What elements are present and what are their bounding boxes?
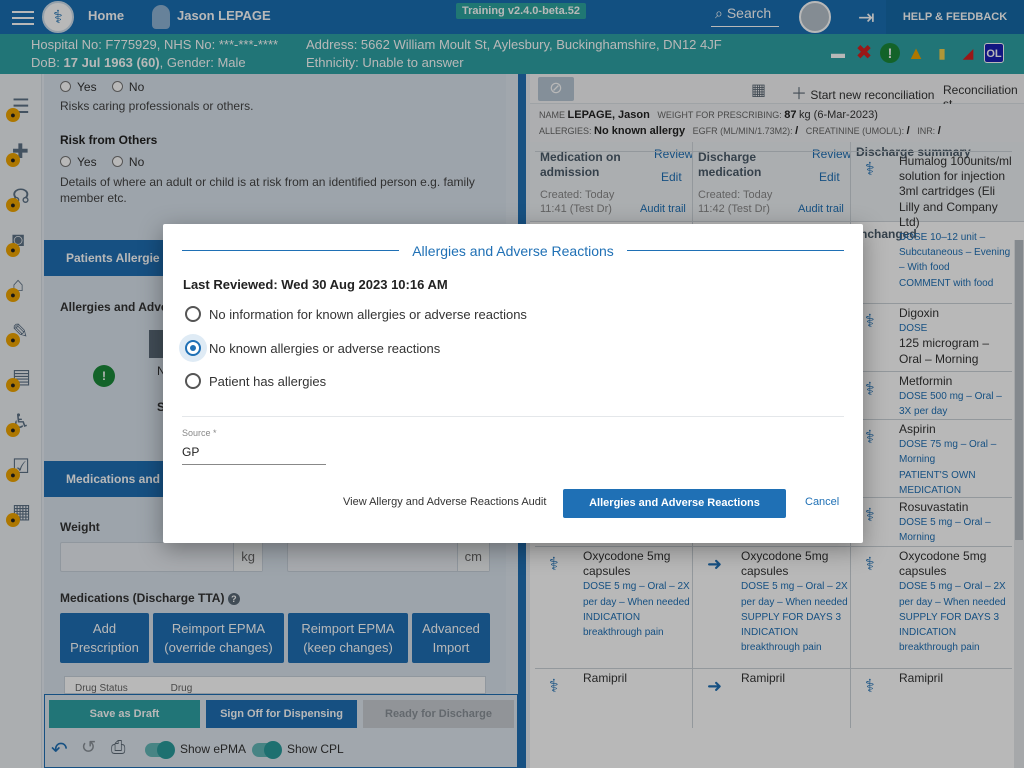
radio-button[interactable] <box>185 373 201 389</box>
source-label: Source * <box>182 428 217 438</box>
option-label: No known allergies or adverse reactions <box>209 341 441 356</box>
allergies-dialog: Allergies and Adverse Reactions Last Rev… <box>163 224 863 543</box>
option-label: No information for known allergies or ad… <box>209 307 527 322</box>
option-no-known-allergies[interactable]: No known allergies or adverse reactions <box>185 340 440 358</box>
last-reviewed: Last Reviewed: Wed 30 Aug 2023 10:16 AM <box>183 277 448 292</box>
view-audit-link[interactable]: View Allergy and Adverse Reactions Audit <box>343 496 546 508</box>
divider <box>182 416 844 417</box>
source-field[interactable]: GP <box>182 442 326 465</box>
option-no-information[interactable]: No information for known allergies or ad… <box>185 306 527 324</box>
cancel-button[interactable]: Cancel <box>805 496 839 508</box>
radio-button[interactable] <box>185 306 201 322</box>
dialog-title-text: Allergies and Adverse Reactions <box>412 243 614 259</box>
reviewed-button[interactable]: Allergies and Adverse Reactions Reviewed <box>563 489 786 538</box>
dialog-title: Allergies and Adverse Reactions <box>182 241 844 261</box>
title-rule-right <box>627 250 844 251</box>
option-label: Patient has allergies <box>209 374 327 389</box>
option-patient-has-allergies[interactable]: Patient has allergies <box>185 373 326 391</box>
title-rule-left <box>182 250 399 251</box>
radio-button-selected[interactable] <box>185 340 201 356</box>
